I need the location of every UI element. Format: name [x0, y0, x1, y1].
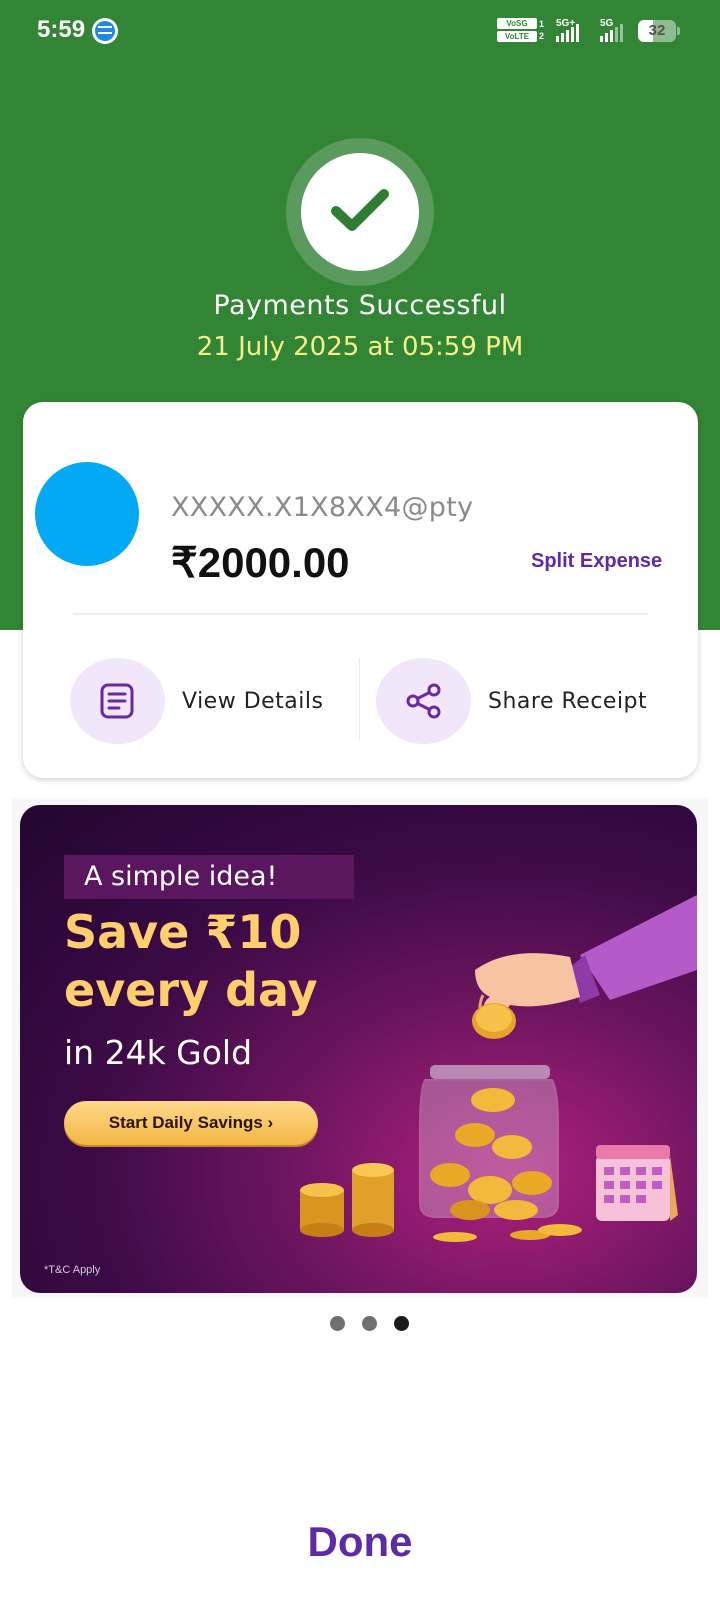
volte-top: VoSG [497, 18, 537, 29]
signal-icon [600, 20, 623, 42]
payment-card: XXXXX.X1X8XX4@pty ₹2000.00 Split Expense… [23, 402, 698, 778]
divider [73, 613, 648, 615]
volte-indicator: VoSG VoLTE [497, 18, 537, 43]
avatar [35, 462, 139, 566]
share-icon [406, 683, 441, 719]
banner-headline-1: Save ₹10 [64, 905, 302, 959]
payment-status-title: Payments Successful [213, 290, 507, 321]
payment-datetime: 21 July 2025 at 05:59 PM [196, 332, 524, 362]
sim1-label: 1 [539, 19, 545, 29]
share-receipt-icon-bg [376, 658, 471, 744]
success-badge [286, 138, 434, 286]
share-receipt-button[interactable]: Share Receipt [376, 658, 647, 744]
volte-bottom: VoLTE [497, 31, 537, 42]
payment-amount: ₹2000.00 [171, 539, 350, 586]
signal-icon [556, 20, 579, 42]
check-icon [331, 189, 389, 231]
view-details-icon-bg [70, 658, 165, 744]
battery-icon: 32 [638, 20, 676, 42]
message-notification-icon-lines [98, 26, 112, 34]
view-details-label: View Details [182, 688, 324, 714]
recipient-upi-id: XXXXX.X1X8XX4@pty [171, 492, 474, 523]
done-button[interactable]: Done [0, 1518, 720, 1566]
carousel-indicator [330, 1316, 409, 1331]
promo-banner[interactable]: A simple idea! Save ₹10 every day in 24k… [20, 805, 697, 1293]
status-time: 5:59 [37, 16, 86, 43]
banner-terms: *T&C Apply [44, 1264, 101, 1276]
gold-savings-illustration [300, 895, 697, 1242]
view-details-button[interactable]: View Details [70, 658, 323, 744]
success-circle [301, 153, 419, 271]
share-receipt-label: Share Receipt [488, 688, 648, 714]
split-expense-button[interactable]: Split Expense [531, 550, 662, 573]
sim-numbers: 1 2 [539, 18, 544, 42]
action-divider [359, 658, 360, 740]
battery-tip [677, 27, 680, 35]
battery-level: 32 [648, 22, 666, 39]
carousel-dot[interactable] [362, 1316, 377, 1331]
status-bar: 5:59 VoSG VoLTE 1 2 5G+ 5G 32 [0, 0, 720, 62]
sim2-label: 2 [539, 31, 545, 41]
document-icon [100, 683, 134, 719]
banner-subline: in 24k Gold [64, 1033, 253, 1072]
carousel-dot[interactable] [330, 1316, 345, 1331]
carousel-dot-active[interactable] [394, 1316, 409, 1331]
